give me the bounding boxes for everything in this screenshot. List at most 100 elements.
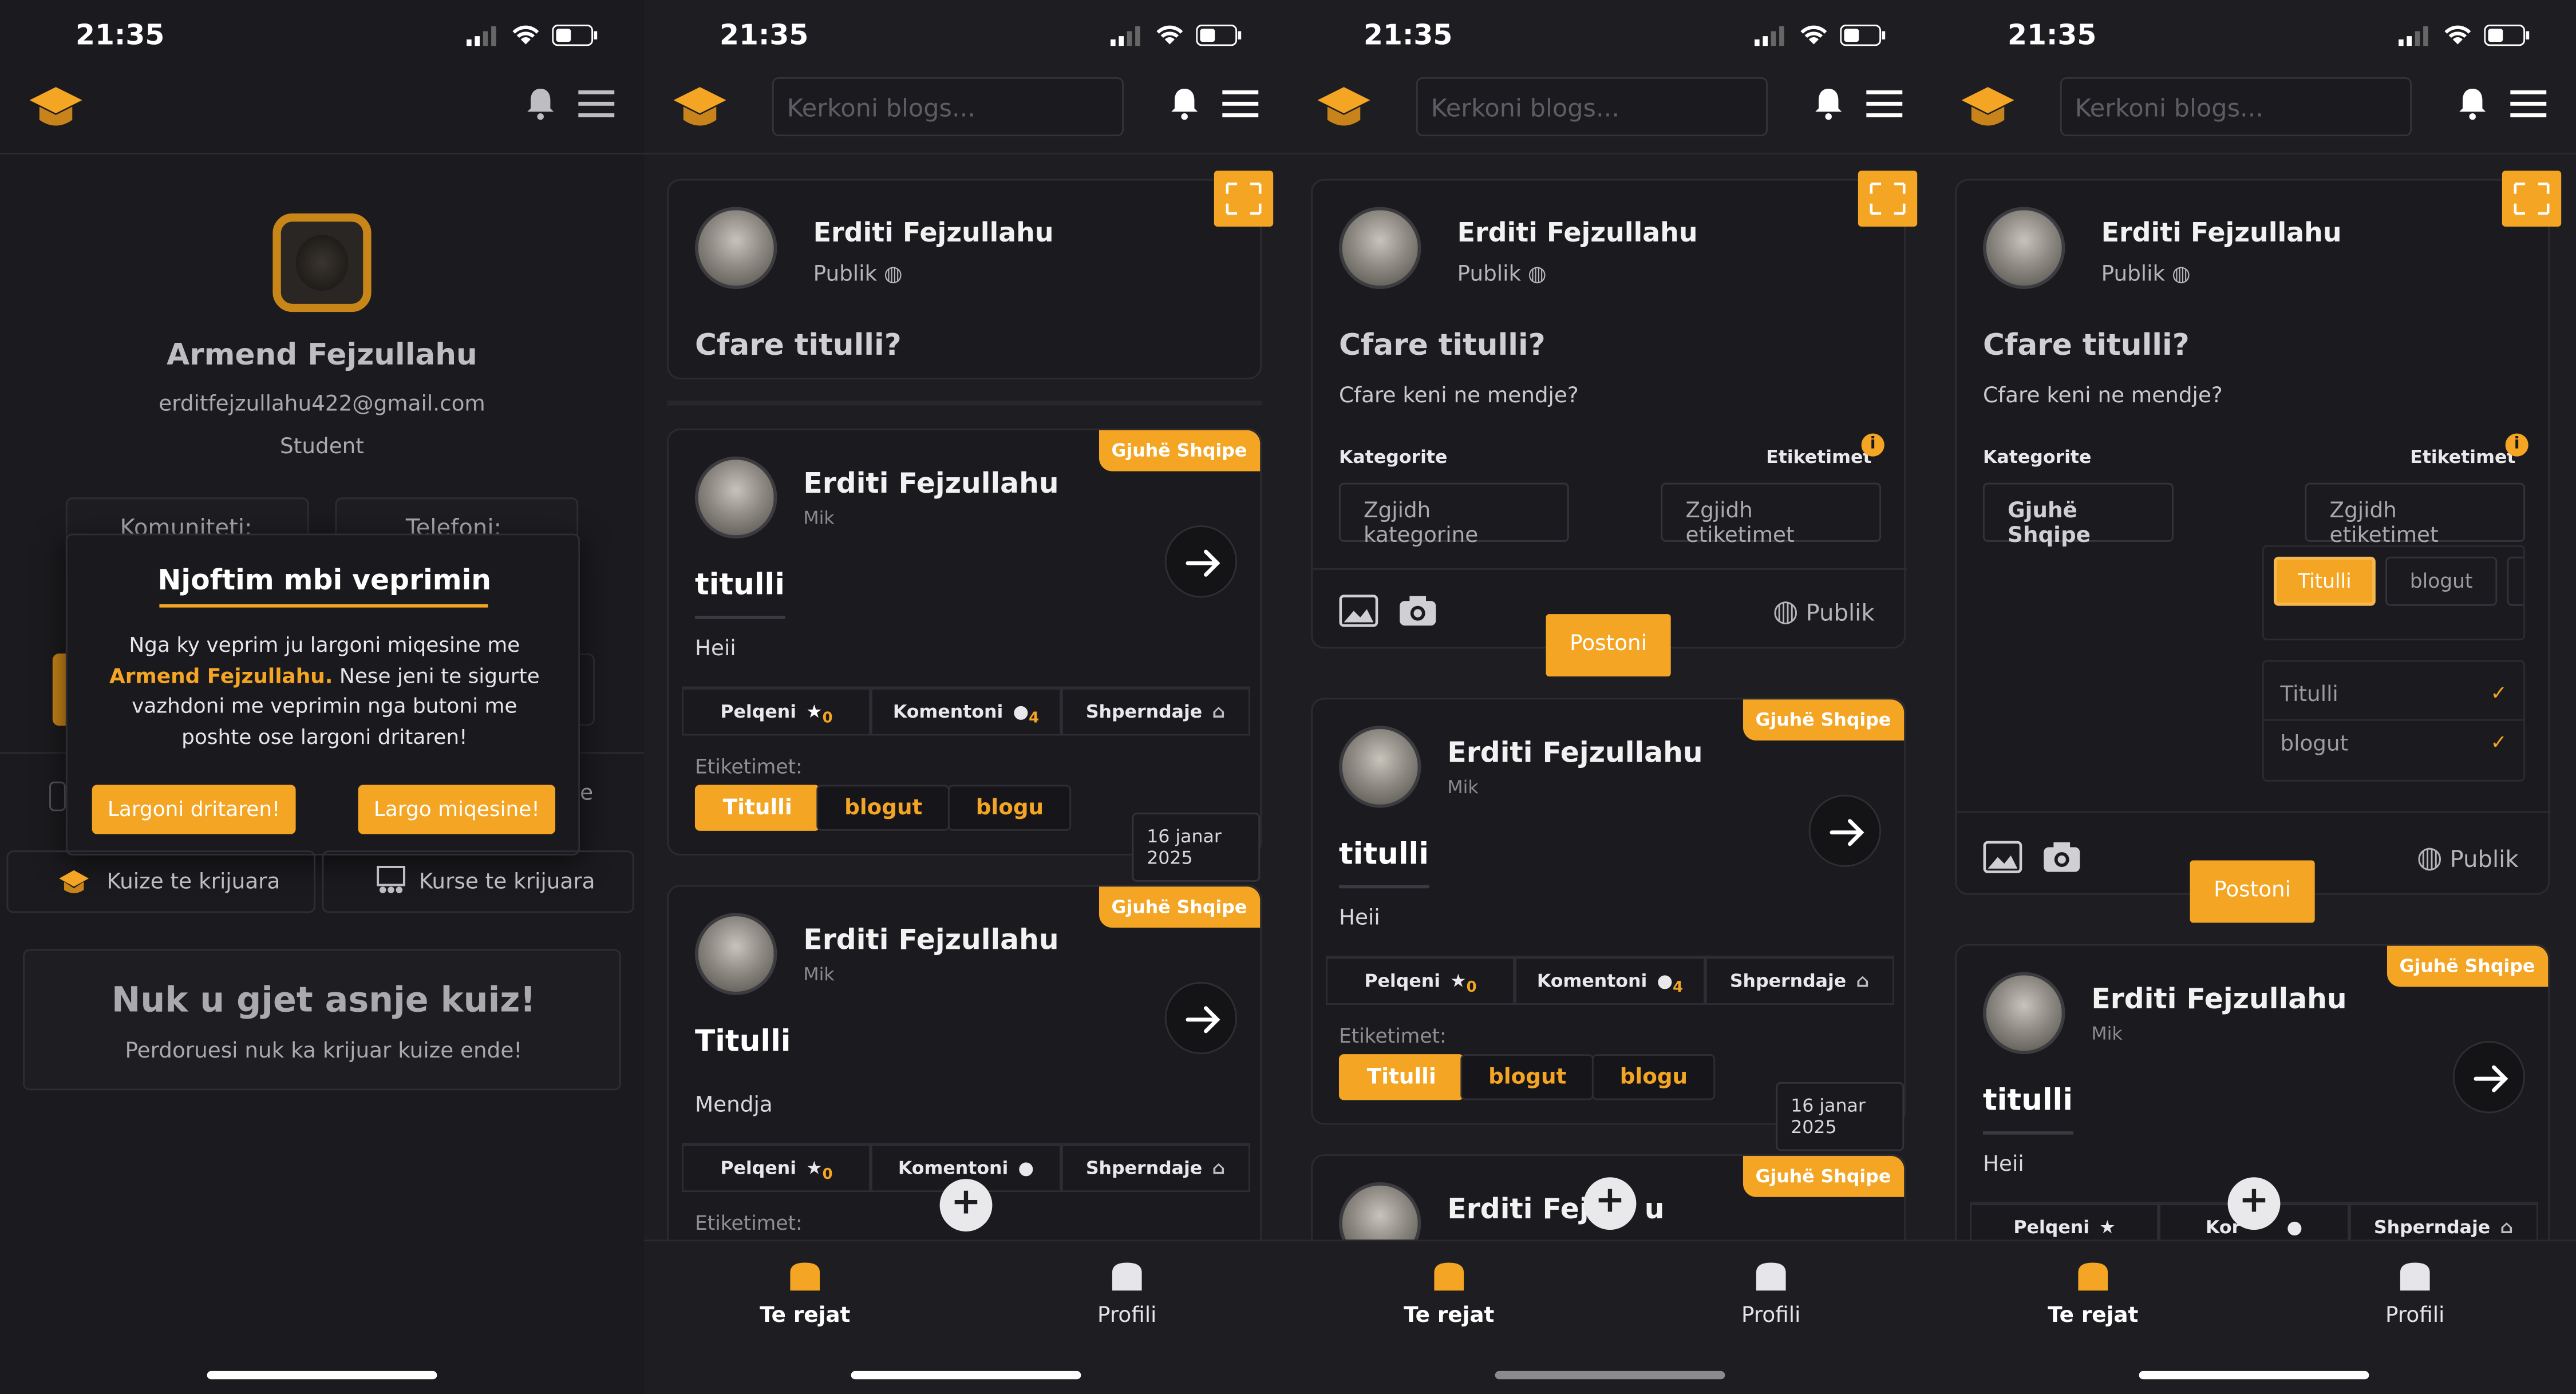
- comment-button[interactable]: Komentoni ● 4: [1515, 957, 1705, 1005]
- post-button[interactable]: Postoni: [2190, 860, 2315, 923]
- menu-icon[interactable]: [578, 89, 615, 118]
- nav-home[interactable]: Te rejat: [706, 1258, 903, 1328]
- composer-card-expanded[interactable]: Erditi Fejzullahu Publik ◍ Cfare titulli…: [1955, 171, 2562, 923]
- post-title-input[interactable]: Cfare titulli?: [1339, 328, 1546, 363]
- post-author-avatar[interactable]: [1338, 1182, 1421, 1240]
- add-post-fab[interactable]: +: [2227, 1177, 2281, 1230]
- tag-option[interactable]: Titulli ✓: [2263, 672, 2524, 721]
- feed-list[interactable]: Erditi Fejzullahu Publik ◍ Cfare titulli…: [1932, 156, 2576, 1240]
- post-card[interactable]: Gjuhë Shqipe Erditi Fejzullahu Mik titul…: [667, 428, 1262, 882]
- nav-home[interactable]: Te rejat: [1994, 1258, 2191, 1328]
- tag-chip[interactable]: blogu: [947, 785, 1072, 831]
- like-button[interactable]: Pelqeni ★: [1970, 1203, 2159, 1240]
- info-icon[interactable]: i: [1861, 433, 1884, 457]
- post-author-avatar[interactable]: [694, 913, 777, 995]
- open-post-button[interactable]: [1164, 981, 1238, 1055]
- visibility-toggle[interactable]: ◍ Publik: [2417, 841, 2519, 875]
- share-button[interactable]: Shperndaje ⌂: [1060, 688, 1250, 736]
- tag-chip[interactable]: blogut: [1460, 1054, 1595, 1100]
- tag-chip[interactable]: blogu: [1591, 1054, 1716, 1100]
- post-title-input[interactable]: Cfare titulli?: [1983, 328, 2190, 363]
- feed-list[interactable]: Erditi Fejzullahu Publik ◍ Cfare titulli…: [1288, 156, 1932, 1240]
- search-input[interactable]: Kerkoni blogs...: [2060, 77, 2412, 137]
- image-icon[interactable]: [1339, 595, 1378, 627]
- like-button[interactable]: Pelqeni ★ 0: [1326, 957, 1515, 1005]
- graduation-cap-logo-icon[interactable]: [1314, 82, 1373, 134]
- menu-icon[interactable]: [1222, 89, 1259, 118]
- open-post-button[interactable]: [1164, 525, 1238, 598]
- tags-select[interactable]: Zgjidh etiketimet: [2305, 482, 2526, 548]
- open-post-button[interactable]: [2452, 1041, 2526, 1114]
- post-author-avatar[interactable]: [1982, 972, 2065, 1055]
- post-author-name[interactable]: Erditi Fejzullahu: [803, 924, 1058, 957]
- collapse-composer-button[interactable]: [1858, 171, 1918, 227]
- feed-list[interactable]: Erditi Fejzullahu Publik ◍ Cfare titulli…: [644, 156, 1288, 1240]
- search-input[interactable]: Kerkoni blogs...: [1416, 77, 1768, 137]
- profile-avatar[interactable]: [272, 213, 372, 312]
- tag-chip-overflow[interactable]: [2507, 556, 2524, 606]
- bell-icon[interactable]: [1167, 85, 1203, 121]
- post-card[interactable]: Gjuhë Shqipe Erditi Fejzullahu Mik titul…: [1311, 698, 1906, 1151]
- tab-created-quizzes[interactable]: Kuize te krijuara: [6, 850, 316, 913]
- comment-label: Komentoni: [1536, 970, 1647, 992]
- post-author-avatar[interactable]: [694, 456, 777, 539]
- tags-dropdown[interactable]: Titulli ✓ blogut ✓: [2262, 660, 2526, 782]
- graduation-cap-logo-icon[interactable]: [26, 82, 85, 134]
- expand-composer-button[interactable]: [1214, 171, 1274, 227]
- comment-button[interactable]: Komentoni ● 4: [871, 688, 1061, 736]
- composer-card-expanded[interactable]: Erditi Fejzullahu Publik ◍ Cfare titulli…: [1311, 171, 1918, 677]
- post-author-avatar[interactable]: [1338, 726, 1421, 808]
- nav-profile[interactable]: Profili: [2317, 1258, 2514, 1328]
- collapse-composer-button[interactable]: [2502, 171, 2562, 227]
- post-author-name[interactable]: Erditi Fejzullahu: [2091, 984, 2346, 1016]
- add-post-fab[interactable]: +: [939, 1179, 993, 1231]
- tag-option[interactable]: blogut ✓: [2264, 721, 2523, 770]
- selected-tag-chip[interactable]: Titulli: [2273, 556, 2376, 606]
- composer-visibility[interactable]: Publik ◍: [813, 263, 903, 287]
- post-author-name[interactable]: Erditi Fejzullahu: [1447, 737, 1702, 770]
- like-button[interactable]: Pelqeni ★ 0: [682, 688, 871, 736]
- tab-created-courses[interactable]: Kurse te krijuara: [322, 850, 634, 913]
- share-button[interactable]: Shperndaje ⌂: [1704, 957, 1894, 1005]
- open-post-button[interactable]: [1808, 794, 1882, 867]
- category-select[interactable]: Gjuhë Shqipe: [1982, 482, 2174, 548]
- category-select[interactable]: Zgjidh kategorine: [1338, 482, 1569, 548]
- camera-icon[interactable]: [1398, 595, 1437, 627]
- graduation-cap-logo-icon[interactable]: [1958, 82, 2017, 134]
- menu-icon[interactable]: [1866, 89, 1903, 118]
- share-button[interactable]: Shperndaje ⌂: [2348, 1203, 2538, 1240]
- tag-chip[interactable]: Titulli: [694, 785, 820, 831]
- remove-friend-button[interactable]: Largo miqesine!: [358, 785, 556, 834]
- post-button[interactable]: Postoni: [1546, 614, 1671, 677]
- image-icon[interactable]: [1983, 841, 2022, 873]
- info-icon[interactable]: i: [2505, 433, 2528, 457]
- post-body-input[interactable]: Cfare keni ne mendje?: [1339, 384, 1579, 409]
- like-label: Pelqeni: [720, 701, 797, 723]
- bell-icon[interactable]: [2455, 85, 2491, 121]
- tag-chip[interactable]: blogut: [2385, 556, 2498, 606]
- nav-profile[interactable]: Profili: [1673, 1258, 1870, 1328]
- nav-home[interactable]: Te rejat: [1350, 1258, 1547, 1328]
- bell-icon[interactable]: [523, 85, 559, 121]
- tag-chip[interactable]: Titulli: [1338, 1054, 1464, 1100]
- composer-card-collapsed[interactable]: Erditi Fejzullahu Publik ◍ Cfare titulli…: [667, 171, 1274, 379]
- post-author-name-partial[interactable]: Erditi Fejz: [1447, 1194, 1605, 1226]
- like-button[interactable]: Pelqeni ★ 0: [682, 1144, 871, 1193]
- camera-icon[interactable]: [2042, 841, 2081, 873]
- composer-visibility[interactable]: Publik ◍: [2101, 263, 2191, 287]
- add-post-fab[interactable]: +: [1583, 1177, 1637, 1230]
- post-author-name[interactable]: Erditi Fejzullahu: [803, 468, 1058, 501]
- post-body-input[interactable]: Cfare keni ne mendje?: [1983, 384, 2223, 409]
- menu-icon[interactable]: [2510, 89, 2547, 118]
- post-title-input[interactable]: Cfare titulli?: [695, 328, 902, 363]
- visibility-toggle[interactable]: ◍ Publik: [1773, 595, 1875, 629]
- tags-select[interactable]: Zgjidh etiketimet: [1661, 482, 1882, 548]
- bell-icon[interactable]: [1811, 85, 1847, 121]
- composer-visibility[interactable]: Publik ◍: [1457, 263, 1547, 287]
- dismiss-dialog-button[interactable]: Largoni dritaren!: [92, 785, 296, 834]
- tag-chip[interactable]: blogut: [816, 785, 951, 831]
- search-input[interactable]: Kerkoni blogs...: [772, 77, 1124, 137]
- graduation-cap-logo-icon[interactable]: [670, 82, 729, 134]
- nav-profile[interactable]: Profili: [1029, 1258, 1226, 1328]
- share-button[interactable]: Shperndaje ⌂: [1060, 1144, 1250, 1193]
